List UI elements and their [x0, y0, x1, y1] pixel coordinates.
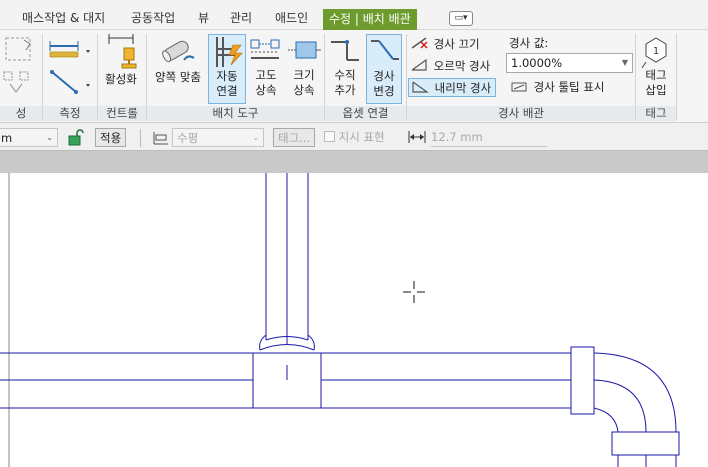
insert-tag-label-2: 삽입 — [645, 83, 667, 97]
inherit-size-icon — [288, 41, 321, 59]
tab-collaborate[interactable]: 공동작업 — [131, 8, 175, 28]
inherit-size-label-1: 크기 — [293, 68, 315, 82]
slope-off-icon — [411, 37, 428, 49]
change-slope-button[interactable]: 경사 변경 — [366, 34, 402, 104]
auto-connect-label-2: 연결 — [216, 84, 238, 98]
options-bar: m ⌄ 적용 수평 ⌄ 태그... 지시 표현 12.7 mm — [0, 123, 708, 151]
slope-off-label: 경사 끄기 — [433, 37, 480, 51]
slope-tooltip-label: 경사 툴팁 표시 — [533, 80, 605, 94]
panel-label-control: 컨트롤 — [98, 106, 146, 121]
panel-label-slope: 경사 배관 — [407, 106, 635, 121]
guide-label: 지시 표현 — [338, 130, 385, 144]
tab-manage[interactable]: 관리 — [230, 8, 252, 28]
tab-view[interactable]: 뷰 — [198, 8, 209, 28]
tee-fitting[interactable] — [252, 334, 322, 409]
pipe-drawing[interactable] — [0, 173, 708, 467]
apply-button[interactable]: 적용 — [95, 128, 127, 147]
auto-connect-icon — [216, 37, 243, 67]
slope-up-label: 오르막 경사 — [433, 59, 491, 73]
panel-divider — [676, 34, 677, 120]
add-vertical-label-1: 수직 — [334, 68, 356, 82]
activate-label: 활성화 — [105, 72, 137, 86]
panel-label-placement: 배치 도구 — [147, 106, 324, 121]
slope-value-dropdown[interactable]: 1.0000% ▼ — [506, 53, 633, 73]
justification-dropdown[interactable]: 수평 ⌄ — [172, 128, 264, 147]
inherit-elevation-label-1: 고도 — [255, 68, 277, 82]
tag-icon: 1 — [641, 37, 667, 68]
activate-button[interactable]: 활성화 — [99, 34, 143, 104]
horizontal-pipe[interactable] — [0, 352, 571, 409]
slope-value-label: 경사 값: — [509, 36, 549, 50]
vertical-pipe[interactable] — [265, 173, 309, 345]
inherit-elevation-label-2: 상속 — [255, 83, 277, 97]
both-fit-button[interactable]: 양쪽 맞춤 — [150, 34, 206, 104]
slope-down-label: 내리막 경사 — [434, 81, 492, 95]
panel-label-offset: 옵셋 연결 — [325, 106, 406, 121]
inherit-elevation-icon — [250, 39, 280, 59]
svg-text:1: 1 — [653, 46, 659, 57]
change-slope-label-2: 변경 — [373, 84, 395, 98]
justification-value: 수평 — [177, 131, 199, 145]
chevron-down-icon: ⌄ — [46, 133, 53, 142]
insert-tag-button[interactable]: 1 태그 삽입 — [638, 34, 674, 104]
view-header-strip — [0, 151, 708, 173]
slope-up-icon — [411, 58, 427, 71]
slope-off-button[interactable]: 경사 끄기 — [410, 35, 480, 54]
change-slope-icon — [371, 40, 399, 60]
tag-button[interactable]: 태그... — [273, 128, 316, 147]
create-tools-icon[interactable] — [0, 34, 42, 100]
change-slope-label-1: 경사 — [373, 69, 395, 83]
slope-down-button[interactable]: 내리막 경사 — [408, 78, 497, 97]
justification-icon — [153, 132, 168, 145]
slope-up-button[interactable]: 오르막 경사 — [410, 57, 490, 76]
inherit-size-label-2: 상속 — [293, 83, 315, 97]
chevron-down-icon: ▼ — [621, 58, 628, 67]
guide-checkbox[interactable]: 지시 표현 — [324, 128, 385, 147]
inherit-size-button[interactable]: 크기 상속 — [285, 34, 323, 104]
panel-label-create: 성 — [0, 106, 42, 121]
length-icon — [408, 131, 426, 143]
slope-down-icon — [412, 81, 429, 93]
options-divider — [140, 129, 141, 147]
auto-connect-label-1: 자동 — [216, 69, 238, 83]
measure-icon[interactable] — [46, 38, 92, 98]
units-value: m — [1, 131, 13, 145]
unlock-icon[interactable] — [66, 128, 84, 146]
insert-tag-label-1: 태그 — [645, 68, 667, 82]
length-input[interactable]: 12.7 mm — [431, 128, 547, 147]
both-fit-icon — [162, 40, 195, 63]
activate-icon — [108, 34, 137, 69]
add-vertical-button[interactable]: 수직 추가 — [326, 34, 364, 104]
drawing-canvas[interactable] — [0, 173, 708, 467]
elbow-fitting[interactable] — [570, 346, 680, 467]
slope-tooltip-button[interactable]: 경사 툴팁 표시 — [510, 78, 604, 97]
slope-value: 1.0000% — [511, 56, 563, 70]
both-fit-label: 양쪽 맞춤 — [155, 70, 201, 84]
tab-modify-place-pipe[interactable]: 수정 | 배치 배관 — [323, 9, 417, 30]
panel-label-tag: 태그 — [636, 106, 676, 121]
slope-tooltip-icon — [511, 82, 527, 92]
tab-panel-toggle[interactable]: ▭▾ — [449, 11, 473, 26]
chevron-down-icon: ⌄ — [252, 133, 259, 142]
add-vertical-label-2: 추가 — [334, 83, 356, 97]
ribbon: 성 측정 활성화 컨트롤 양쪽 맞춤 자동 연결 고도 상속 크기 상속 배치 … — [0, 30, 708, 123]
units-dropdown[interactable]: m ⌄ — [0, 128, 58, 147]
checkbox-box — [324, 131, 335, 142]
tab-addins[interactable]: 애드인 — [275, 8, 308, 28]
crosshair-cursor-icon — [403, 281, 425, 303]
tab-massing-site[interactable]: 매스작업 & 대지 — [22, 8, 105, 28]
panel-label-measure: 측정 — [43, 106, 97, 121]
add-vertical-icon — [331, 40, 359, 61]
ribbon-tab-bar: 매스작업 & 대지 공동작업 뷰 관리 애드인 수정 | 배치 배관 ▭▾ — [0, 0, 708, 30]
inherit-elevation-button[interactable]: 고도 상속 — [248, 34, 284, 104]
auto-connect-button[interactable]: 자동 연결 — [208, 34, 246, 104]
